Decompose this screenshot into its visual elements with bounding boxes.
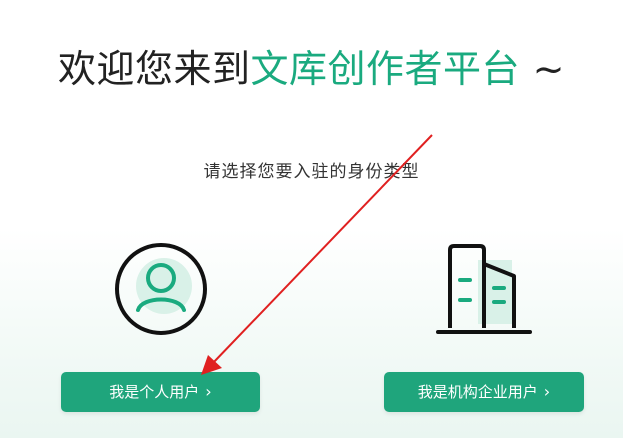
personal-user-label: 我是个人用户: [109, 383, 200, 401]
page-title: 欢迎您来到文库创作者平台 ~: [0, 44, 623, 94]
organization-user-label: 我是机构企业用户: [417, 383, 538, 401]
building-icon: [432, 236, 536, 340]
title-suffix: ~: [532, 47, 565, 91]
title-accent: 文库创作者平台: [250, 47, 521, 91]
personal-user-button[interactable]: 我是个人用户 ›: [61, 372, 260, 412]
organization-user-button[interactable]: 我是机构企业用户 ›: [384, 372, 584, 412]
chevron-right-icon: ›: [543, 382, 551, 401]
title-prefix: 欢迎您来到: [58, 47, 251, 91]
identity-prompt: 请选择您要入驻的身份类型: [203, 162, 420, 182]
person-icon: [112, 240, 210, 338]
chevron-right-icon: ›: [205, 382, 212, 401]
